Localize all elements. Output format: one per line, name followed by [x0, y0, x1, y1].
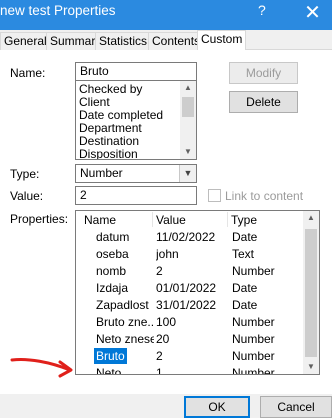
properties-scrollbar[interactable]: ▲ ▼ [303, 211, 319, 374]
properties-label: Properties: [10, 212, 69, 226]
row-type: Number [232, 366, 275, 375]
cancel-button[interactable]: Cancel [260, 396, 332, 418]
chevron-down-icon[interactable]: ▼ [179, 165, 196, 182]
list-scrollbar[interactable]: ▲ ▼ [180, 81, 196, 159]
type-select[interactable]: Number ▼ [75, 164, 197, 183]
row-name-selected: Bruto [94, 348, 127, 364]
row-type: Number [232, 332, 275, 346]
row-type: Number [232, 315, 275, 329]
row-value: 01/01/2022 [156, 281, 217, 295]
delete-button[interactable]: Delete [229, 91, 298, 113]
scroll-down-icon[interactable]: ▼ [303, 360, 319, 374]
row-value: 31/01/2022 [156, 298, 217, 312]
row-name: oseba [96, 247, 129, 261]
row-name: Izdaja [96, 281, 129, 295]
row-name: Neto znesek [96, 332, 154, 346]
name-suggestion-list[interactable]: Checked by Client Date completed Departm… [75, 80, 197, 160]
table-row[interactable]: nomb 2 Number [76, 263, 303, 279]
scroll-thumb[interactable] [182, 97, 194, 117]
row-name: nomb [96, 264, 127, 278]
row-type: Date [232, 298, 258, 312]
column-divider[interactable] [227, 212, 228, 227]
type-label: Type: [10, 167, 40, 181]
table-row[interactable]: Izdaja 01/01/2022 Date [76, 280, 303, 296]
row-value: 11/02/2022 [156, 230, 216, 244]
value-label: Value: [10, 189, 44, 203]
column-header-value[interactable]: Value [156, 213, 186, 227]
name-input[interactable]: Bruto [75, 62, 197, 81]
tab-general[interactable]: General [0, 32, 51, 50]
window-title: new test Properties [0, 3, 116, 18]
link-to-content-checkbox[interactable] [208, 189, 221, 202]
annotation-arrow-icon [10, 358, 73, 378]
close-button[interactable]: ✕ [293, 0, 332, 25]
properties-list[interactable]: Name Value Type datum 11/02/2022 Date os… [75, 210, 320, 375]
table-row[interactable]: datum 11/02/2022 Date [76, 229, 303, 245]
tab-contents[interactable]: Contents [148, 32, 205, 50]
scroll-up-icon[interactable]: ▲ [303, 211, 319, 225]
row-type: Date [232, 281, 258, 295]
row-value: 2 [156, 349, 163, 363]
help-button[interactable]: ? [258, 2, 266, 18]
table-row[interactable]: Neto 1 Number [76, 365, 303, 375]
row-value: 20 [156, 332, 170, 346]
modify-button[interactable]: Modify [229, 62, 298, 84]
row-name: Neto [96, 366, 122, 375]
tab-statistics[interactable]: Statistics [95, 32, 152, 50]
row-name: Zapadlost [96, 298, 149, 312]
row-value: 1 [156, 366, 163, 375]
list-item[interactable]: Disposition [79, 148, 138, 160]
row-value: john [156, 247, 179, 261]
column-header-name[interactable]: Name [84, 213, 116, 227]
table-row[interactable]: Zapadlost 31/01/2022 Date [76, 297, 303, 313]
tab-custom[interactable]: Custom [197, 30, 247, 51]
value-input[interactable]: 2 [75, 186, 197, 205]
scroll-down-icon[interactable]: ▼ [180, 145, 196, 159]
ok-button[interactable]: OK [184, 396, 250, 418]
table-row-selected[interactable]: Bruto 2 Number [76, 348, 303, 364]
link-to-content-label: Link to content [225, 189, 304, 203]
row-value: 2 [156, 264, 163, 278]
row-type: Date [232, 230, 258, 244]
properties-header: Name Value Type [76, 211, 303, 228]
table-row[interactable]: oseba john Text [76, 246, 303, 262]
type-select-value: Number [80, 166, 123, 180]
column-header-type[interactable]: Type [231, 213, 257, 227]
row-type: Number [232, 349, 275, 363]
row-name: datum [96, 230, 130, 244]
title-bar: new test Properties ? ✕ [0, 0, 332, 30]
column-divider[interactable] [152, 212, 153, 227]
table-row[interactable]: Bruto zne... 100 Number [76, 314, 303, 330]
scroll-thumb[interactable] [305, 229, 317, 357]
row-name: Bruto zne... [96, 315, 154, 329]
name-label: Name: [10, 66, 46, 80]
table-row[interactable]: Neto znesek 20 Number [76, 331, 303, 347]
row-type: Number [232, 264, 275, 278]
scroll-up-icon[interactable]: ▲ [180, 81, 196, 95]
row-value: 100 [156, 315, 177, 329]
row-type: Text [232, 247, 255, 261]
tab-strip: General Summary Statistics Contents Cust… [0, 30, 332, 51]
